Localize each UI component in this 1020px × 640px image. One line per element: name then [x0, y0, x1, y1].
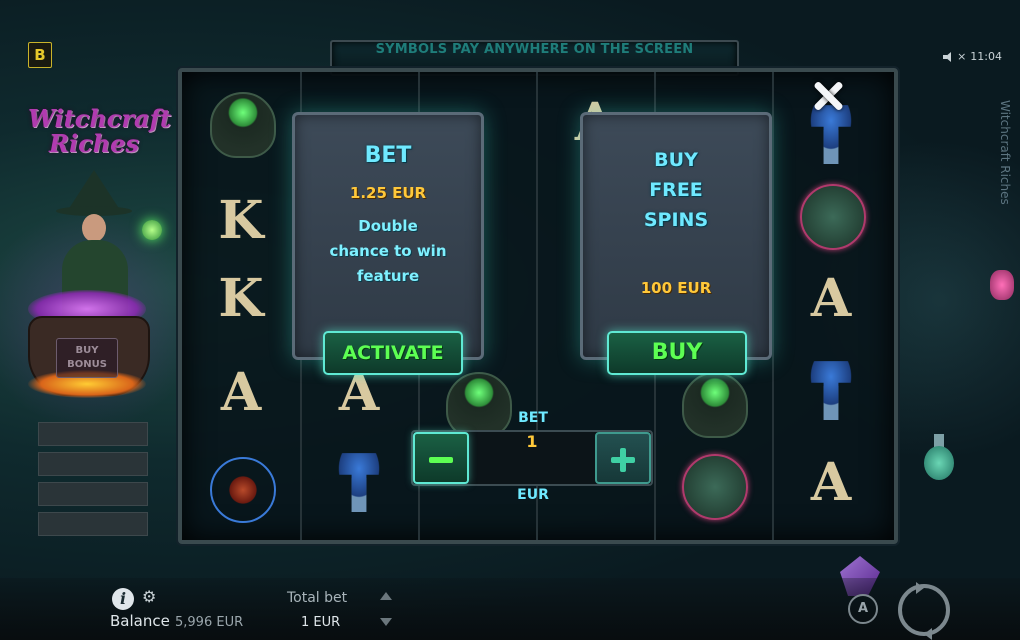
cauldron-symbol-icon	[682, 372, 748, 438]
bone-a-symbol-icon: A	[810, 452, 852, 513]
bone-k-symbol-icon: K	[218, 268, 264, 329]
stepper-value: 1	[526, 432, 538, 451]
bet-down-arrow-icon[interactable]	[380, 618, 392, 626]
buy-bonus-button[interactable]: BUY BONUS	[56, 338, 118, 378]
mute-x: ×	[957, 50, 967, 63]
balance-value: 5,996 EUR	[175, 615, 244, 630]
bet-panel-price: 1.25 EUR	[349, 184, 427, 202]
spin-button[interactable]	[898, 582, 950, 640]
bet-panel-title: BET	[364, 143, 412, 168]
buy-button[interactable]: BUY	[607, 331, 747, 375]
bet-desc-line3: feature	[356, 267, 420, 285]
increase-bet-button[interactable]	[595, 432, 651, 484]
potion-bulb	[924, 446, 954, 480]
free-spins-price: 100 EUR	[640, 279, 712, 297]
bet-desc-line2: chance to win	[329, 242, 447, 260]
cauldron-symbol-icon	[446, 372, 512, 438]
mushroom-symbol-icon	[800, 361, 862, 420]
potion-bottle-icon	[924, 434, 954, 482]
bet-stepper: 1	[411, 430, 653, 486]
balance-label: Balance	[110, 612, 170, 630]
speaker-muted-icon[interactable]	[943, 51, 953, 62]
pentagram-symbol-icon	[210, 457, 276, 523]
cauldron-symbol-icon	[210, 92, 276, 158]
total-bet-label: Total bet	[287, 590, 348, 606]
bet-slot	[38, 452, 148, 476]
pink-potion-icon	[990, 270, 1014, 300]
free-spins-title-line2: FREE	[649, 179, 703, 201]
witch-hat	[68, 170, 120, 210]
bet-feature-panel: BET 1.25 EUR Double chance to win featur…	[292, 112, 484, 360]
stepper-unit: EUR	[517, 487, 549, 503]
free-spins-title-line1: BUY	[654, 149, 698, 171]
reel-1: K K A	[182, 72, 302, 540]
buy-free-spins-panel: BUY FREE SPINS 100 EUR	[580, 112, 772, 360]
gear-icon[interactable]: ⚙	[142, 587, 156, 606]
bet-desc-line1: Double	[358, 217, 418, 235]
beetle-symbol-icon	[800, 184, 866, 250]
free-spins-title-line3: SPINS	[643, 209, 709, 231]
bet-slot	[38, 482, 148, 506]
bet-panel-description: Double chance to win feature	[295, 214, 481, 289]
game-logo-line2: Riches	[49, 129, 139, 158]
bet-up-arrow-icon[interactable]	[380, 592, 392, 600]
info-icon[interactable]: i	[112, 588, 134, 610]
brand-badge: B	[28, 42, 52, 68]
mushroom-symbol-icon	[328, 453, 390, 512]
status-clock: × 11:04	[943, 50, 1002, 63]
bet-slot	[38, 422, 148, 446]
game-logo: Witchcraft Riches	[28, 104, 171, 164]
free-spins-title: BUY FREE SPINS	[583, 145, 769, 235]
activate-button[interactable]: ACTIVATE	[323, 331, 463, 375]
beetle-symbol-icon	[682, 454, 748, 520]
close-icon[interactable]	[808, 76, 848, 116]
bet-slot	[38, 512, 148, 536]
bone-k-symbol-icon: K	[218, 190, 264, 251]
vertical-game-title: Witchcraft Riches	[998, 100, 1012, 205]
bone-a-symbol-icon: A	[810, 268, 852, 329]
banner-text: SYMBOLS PAY ANYWHERE ON THE SCREEN	[375, 42, 694, 57]
total-bet-value: 1 EUR	[301, 615, 341, 630]
magic-orb-icon	[142, 220, 162, 240]
reel-6: A A	[772, 72, 890, 540]
decrease-bet-button[interactable]	[413, 432, 469, 484]
clock-text: 11:04	[970, 50, 1002, 63]
bone-a-symbol-icon: A	[220, 362, 262, 423]
autoplay-button[interactable]: A	[848, 594, 878, 624]
stepper-label: BET	[518, 410, 548, 426]
witch-face	[82, 214, 106, 242]
bet-slot-list	[38, 422, 148, 542]
